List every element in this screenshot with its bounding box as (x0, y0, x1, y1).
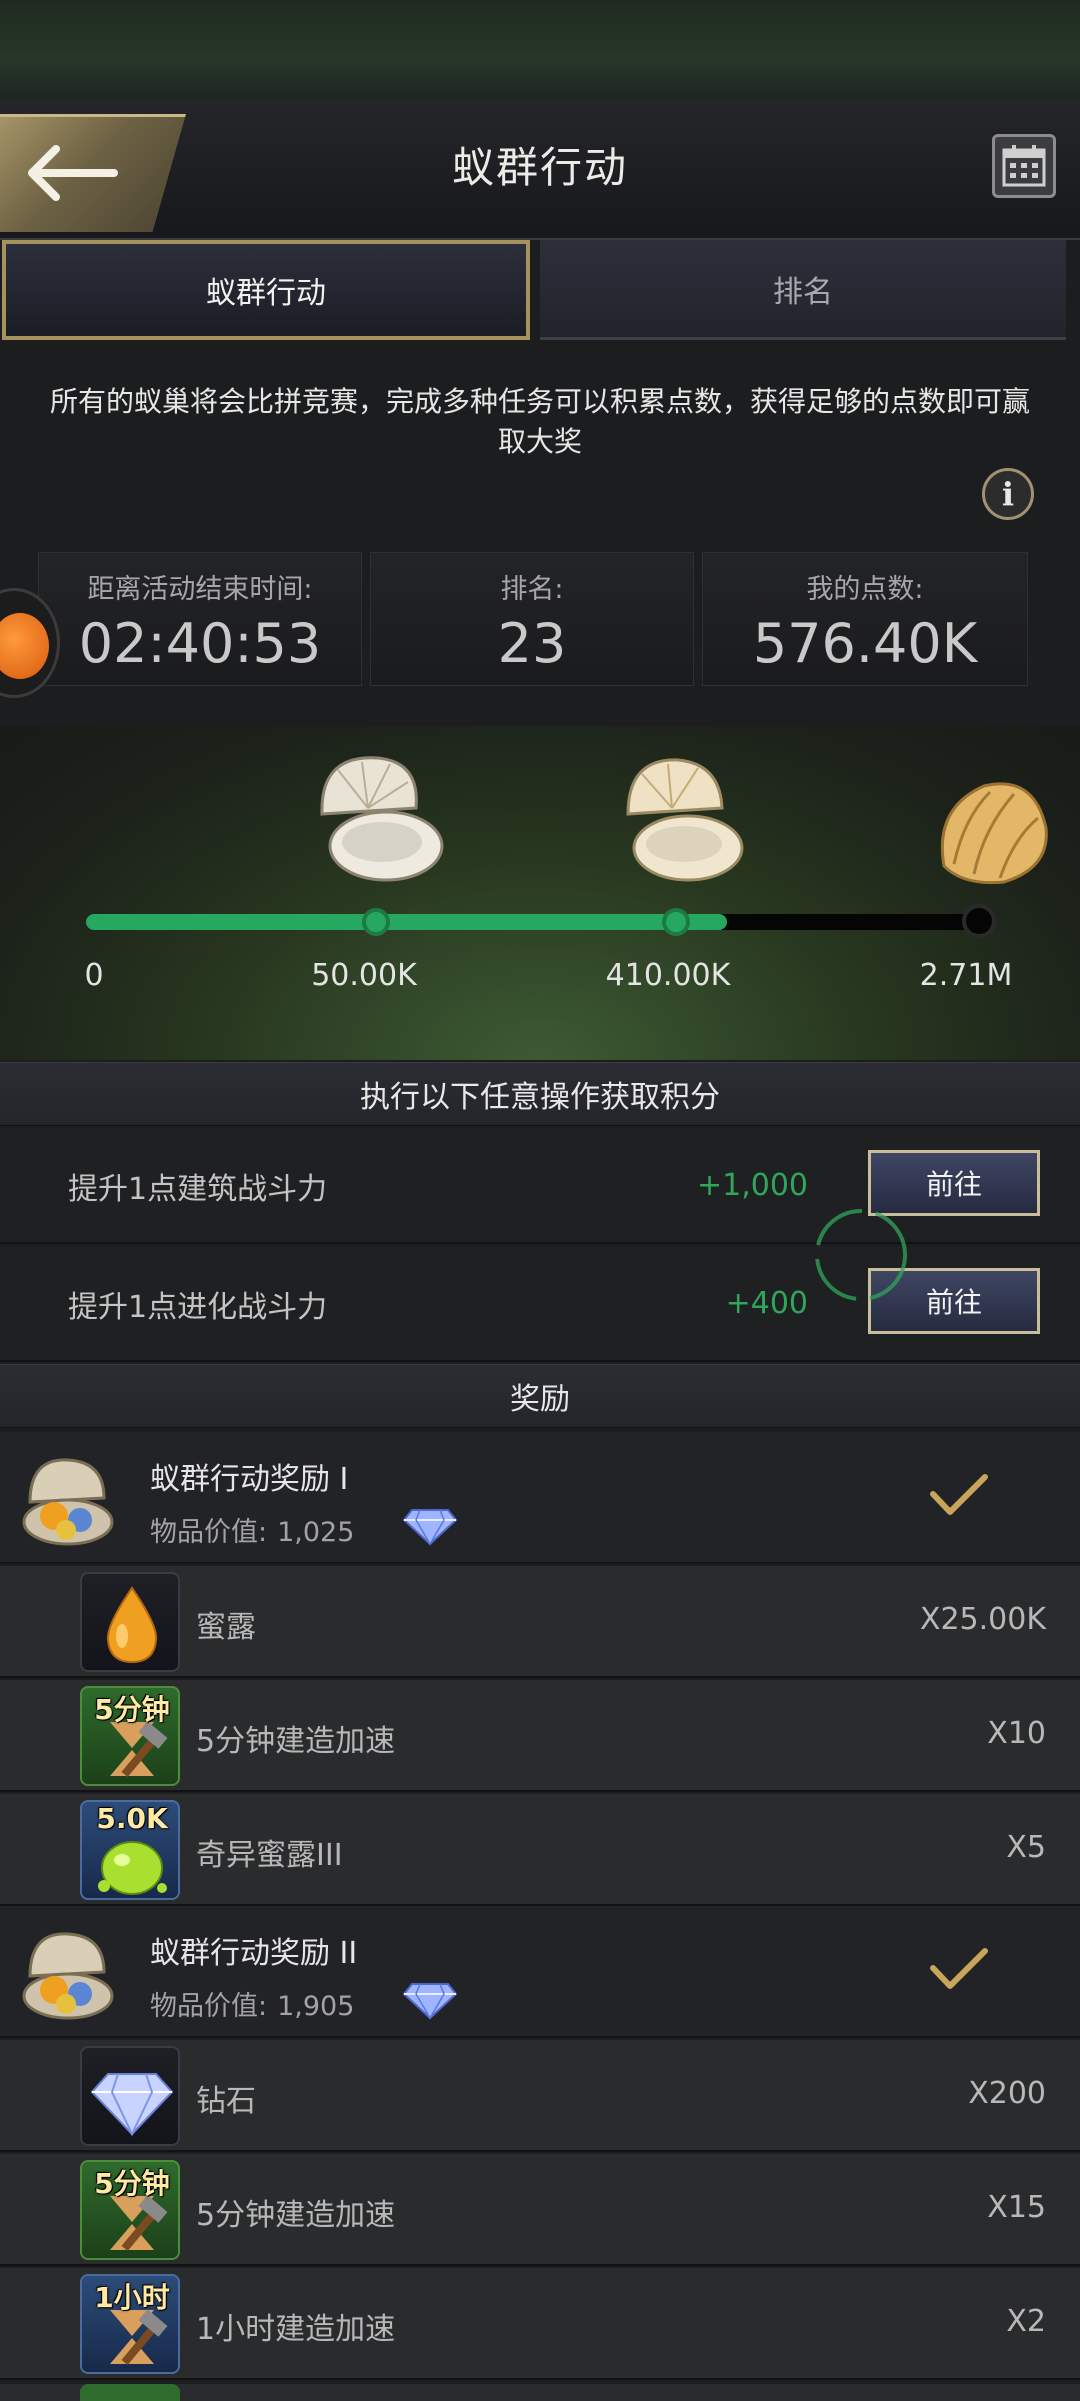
item-tag: 5.0K (96, 1802, 168, 1835)
diamond-icon (402, 1983, 458, 2020)
progress-fill (86, 914, 727, 930)
time-remaining-stat: 距离活动结束时间: 02:40:53 (38, 552, 362, 686)
calendar-button[interactable] (992, 134, 1056, 198)
page-title: 蚁群行动 (451, 143, 628, 192)
closed-golden-shell-icon[interactable] (934, 778, 1050, 886)
reward-item-name: 5分钟建造加速 (196, 2198, 396, 2233)
reward-tier-value: 物品价值: 1,025 (150, 1510, 354, 1549)
hammer-speedup-icon: 5分钟 (80, 2160, 180, 2260)
item-icon-peek (80, 2384, 180, 2401)
honeydew-drop-icon (80, 1572, 180, 1672)
milestone-label: 50.00K (311, 958, 417, 993)
tap-ring-icon (815, 1209, 907, 1301)
info-icon: i (1001, 475, 1015, 513)
hammer-speedup-icon: 5分钟 (80, 1686, 180, 1786)
open-shell-chest-icon[interactable] (616, 752, 750, 886)
hammer-speedup-icon: 1小时 (80, 2274, 180, 2374)
task-row: 提升1点建筑战斗力 +1,000 前往 (0, 1128, 1080, 1244)
rank-label: 排名: (500, 574, 564, 605)
reward-tier-value: 物品价值: 1,905 (150, 1984, 354, 2023)
reward-item-name: 钻石 (196, 2084, 256, 2119)
time-remaining-value: 02:40:53 (78, 612, 322, 675)
my-points-label: 我的点数: (806, 574, 924, 605)
milestone-node (662, 908, 690, 936)
rank-stat: 排名: 23 (370, 552, 694, 686)
reward-item-name: 蜜露 (196, 1610, 256, 1645)
reward-item-quantity: X10 (987, 1716, 1046, 1751)
milestone-progress: 0 50.00K 410.00K 2.71M (0, 726, 1080, 1060)
reward-tier-title: 蚁群行动奖励 II (150, 1936, 358, 1971)
item-value-label: 物品价值: (150, 1517, 268, 1548)
reward-tier-title: 蚁群行动奖励 I (150, 1462, 349, 1497)
calendar-icon (1002, 145, 1046, 187)
diamond-icon (80, 2046, 180, 2146)
reward-item-quantity: X5 (1006, 1830, 1046, 1865)
my-points-value: 576.40K (752, 612, 978, 675)
reward-item-quantity: X2 (1006, 2304, 1046, 2339)
milestone-label: 2.71M (919, 958, 1013, 993)
item-tag: 1小时 (94, 2281, 170, 2314)
tab-ant-action[interactable]: 蚁群行动 (2, 240, 530, 340)
game-background-strip (0, 0, 1080, 100)
my-points-stat: 我的点数: 576.40K (702, 552, 1028, 686)
event-description: 所有的蚁巢将会比拼竞赛，完成多种任务可以积累点数，获得足够的点数即可赢取大奖 (49, 385, 1030, 458)
item-tag: 5分钟 (94, 2167, 170, 2200)
diamond-icon (402, 1509, 458, 1546)
milestone-label: 0 (84, 958, 104, 993)
tasks-section-header: 执行以下任意操作获取积分 (0, 1062, 1080, 1126)
item-tag: 5分钟 (94, 1693, 170, 1726)
shell-chest-icon (22, 1932, 114, 2020)
reward-item-name: 奇异蜜露III (196, 1838, 343, 1873)
reward-item-row: 蜜露 X25.00K (0, 1566, 1080, 1678)
task-row: 提升1点进化战斗力 +400 前往 (0, 1246, 1080, 1362)
reward-item-quantity: X15 (987, 2190, 1046, 2225)
tab-bar: 蚁群行动 排名 (0, 240, 1080, 344)
tab-ranking[interactable]: 排名 (540, 240, 1066, 340)
header-bar: 蚁群行动 (0, 100, 1080, 240)
checkmark-icon (930, 1474, 988, 1515)
reward-tier-1: 蚁群行动奖励 I 物品价值: 1,025 (0, 1432, 1080, 1564)
shell-chest-icon (22, 1458, 114, 1546)
reward-item-name: 1小时建造加速 (196, 2312, 396, 2347)
reward-item-quantity: X200 (968, 2076, 1046, 2111)
time-remaining-label: 距离活动结束时间: (87, 574, 313, 605)
milestone-node (962, 904, 996, 938)
next-row-peek (0, 2384, 1080, 2401)
reward-item-quantity: X25.00K (919, 1602, 1046, 1637)
mascot-icon (0, 613, 49, 679)
checkmark-icon (930, 1948, 988, 1989)
reward-item-row: 5.0K 奇异蜜露III X5 (0, 1794, 1080, 1906)
milestone-node (362, 908, 390, 936)
reward-item-row: 钻石 X200 (0, 2040, 1080, 2152)
task-points: +1,000 (696, 1168, 808, 1203)
task-name: 提升1点进化战斗力 (68, 1290, 328, 1325)
task-points: +400 (725, 1286, 808, 1321)
stats-panel: 距离活动结束时间: 02:40:53 排名: 23 我的点数: 576.40K (38, 552, 1028, 686)
rank-value: 23 (497, 612, 567, 675)
rewards-section-header: 奖励 (0, 1364, 1080, 1428)
exotic-honeydew-icon: 5.0K (80, 1800, 180, 1900)
reward-tier-2: 蚁群行动奖励 II 物品价值: 1,905 (0, 1906, 1080, 2038)
reward-item-row: 1小时 1小时建造加速 X2 (0, 2268, 1080, 2380)
info-button[interactable]: i (982, 468, 1034, 520)
progress-track (86, 914, 976, 930)
task-name: 提升1点建筑战斗力 (68, 1172, 328, 1207)
item-value-number: 1,905 (277, 1991, 355, 2022)
reward-item-row: 5分钟 5分钟建造加速 X15 (0, 2154, 1080, 2266)
reward-item-row: 5分钟 5分钟建造加速 X10 (0, 1680, 1080, 1792)
item-value-number: 1,025 (277, 1517, 355, 1548)
item-value-label: 物品价值: (150, 1991, 268, 2022)
milestone-label: 410.00K (605, 958, 731, 993)
reward-item-name: 5分钟建造加速 (196, 1724, 396, 1759)
open-shell-chest-icon[interactable] (312, 750, 446, 886)
